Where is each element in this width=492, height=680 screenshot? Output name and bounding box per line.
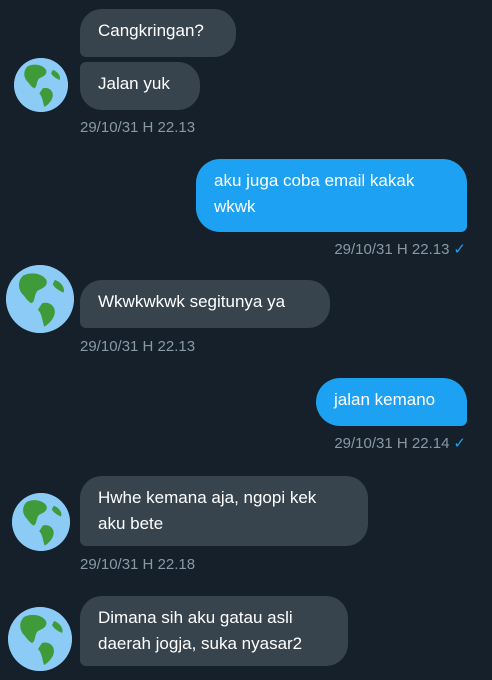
received-message[interactable]: Hwhe kemana aja, ngopi kek aku bete [80, 476, 368, 546]
conversation-thread: Cangkringan? Jalan yuk 29/10/31 H 22.13 … [0, 0, 492, 680]
sent-message[interactable]: aku juga coba email kakak wkwk [196, 159, 467, 232]
sent-message[interactable]: jalan kemano [316, 378, 467, 426]
globe-icon [8, 607, 72, 671]
received-message[interactable]: Cangkringan? [80, 9, 236, 57]
received-message[interactable]: Dimana sih aku gatau asli daerah jogja, … [80, 596, 348, 666]
received-message[interactable]: Wkwkwkwk segitunya ya [80, 280, 330, 328]
avatar[interactable] [8, 607, 72, 671]
check-icon: ✓ [453, 241, 466, 258]
message-timestamp-row: 29/10/31 H 22.14 ✓ [334, 434, 466, 452]
message-timestamp: 29/10/31 H 22.18 [80, 556, 196, 573]
globe-icon [14, 58, 68, 112]
message-timestamp: 29/10/31 H 22.13 [334, 241, 450, 258]
check-icon: ✓ [453, 435, 466, 452]
message-timestamp: 29/10/31 H 22.13 [80, 338, 196, 355]
avatar[interactable] [6, 265, 74, 333]
avatar[interactable] [12, 493, 70, 551]
message-timestamp: 29/10/31 H 22.13 [80, 119, 196, 136]
globe-icon [6, 265, 74, 333]
avatar[interactable] [14, 58, 68, 112]
received-message[interactable]: Jalan yuk [80, 62, 200, 110]
message-timestamp: 29/10/31 H 22.14 [334, 435, 450, 452]
globe-icon [12, 493, 70, 551]
message-timestamp-row: 29/10/31 H 22.13 ✓ [334, 240, 466, 258]
